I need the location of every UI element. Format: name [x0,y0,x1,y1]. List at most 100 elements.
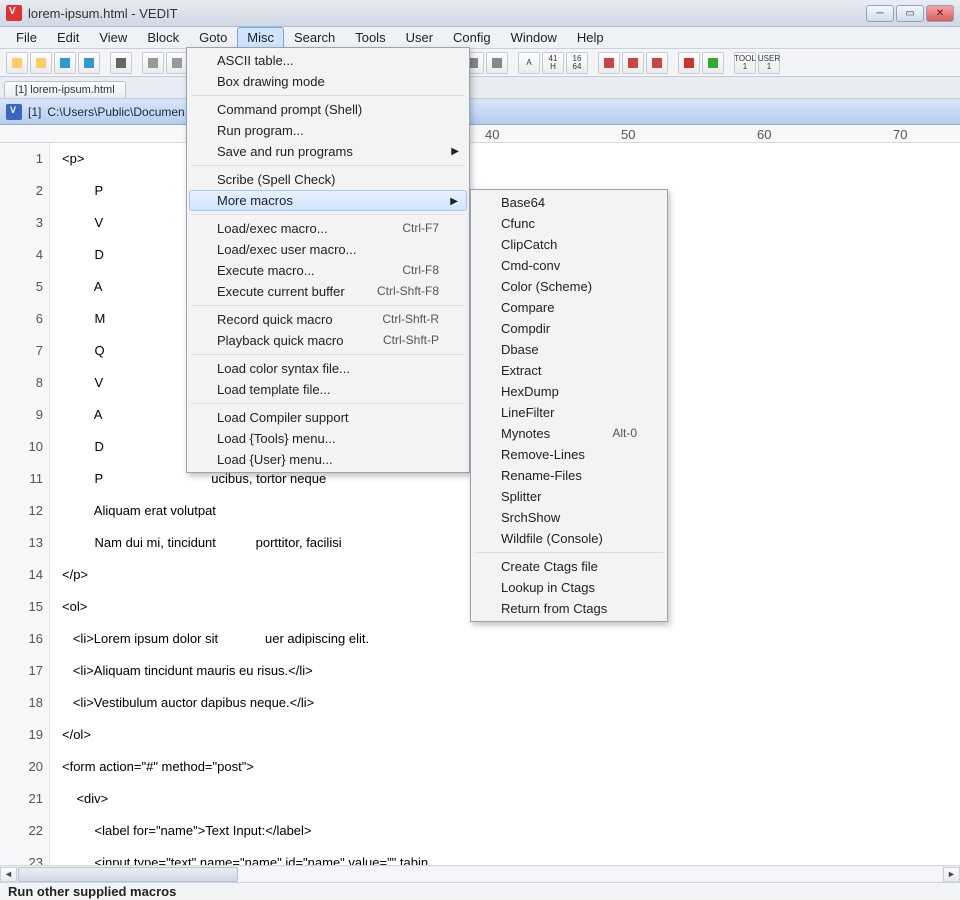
menu-edit[interactable]: Edit [47,27,89,48]
menu-item-scribe-spell-check[interactable]: Scribe (Spell Check) [189,169,467,190]
menu-item-run-program[interactable]: Run program... [189,120,467,141]
menu-block[interactable]: Block [137,27,189,48]
save-all-icon[interactable] [78,52,100,74]
new-file-icon[interactable] [6,52,28,74]
menu-item-execute-current-buffer[interactable]: Execute current bufferCtrl-Shft-F8 [189,281,467,302]
menu-item-load-compiler-support[interactable]: Load Compiler support [189,407,467,428]
menu-item-label: Lookup in Ctags [501,580,595,595]
hline2-icon[interactable] [622,52,644,74]
menu-item-remove-lines[interactable]: Remove-Lines [473,444,665,465]
menu-item-command-prompt-shell[interactable]: Command prompt (Shell) [189,99,467,120]
menu-item-label: Execute macro... [217,263,315,278]
menu-item-srchshow[interactable]: SrchShow [473,507,665,528]
scroll-right-button[interactable]: ► [943,867,960,882]
menu-item-record-quick-macro[interactable]: Record quick macroCtrl-Shft-R [189,309,467,330]
menu-item-return-from-ctags[interactable]: Return from Ctags [473,598,665,619]
code-line[interactable]: <div> [62,783,960,815]
column2-icon[interactable] [486,52,508,74]
menu-help[interactable]: Help [567,27,614,48]
menu-item-create-ctags-file[interactable]: Create Ctags file [473,556,665,577]
menu-item-load-color-syntax-file[interactable]: Load color syntax file... [189,358,467,379]
code-line[interactable]: <label for="name">Text Input:</label> [62,815,960,847]
code-line[interactable]: <li>Aliquam tincidunt mauris eu risus.</… [62,655,960,687]
menu-user[interactable]: User [396,27,443,48]
menu-item-base64[interactable]: Base64 [473,192,665,213]
save-icon[interactable] [54,52,76,74]
menu-file[interactable]: File [6,27,47,48]
print-icon[interactable] [110,52,132,74]
menu-item-execute-macro[interactable]: Execute macro...Ctrl-F8 [189,260,467,281]
horizontal-scrollbar[interactable]: ◄ ► [0,865,960,882]
misc-menu-dropdown[interactable]: ASCII table...Box drawing mode Command pr… [186,47,470,473]
menu-item-load-exec-user-macro[interactable]: Load/exec user macro... [189,239,467,260]
font-a-icon[interactable]: A [518,52,540,74]
line-number: 1 [0,143,43,175]
menu-item-label: Execute current buffer [217,284,345,299]
menu-item-compdir[interactable]: Compdir [473,318,665,339]
menu-item-load-template-file[interactable]: Load template file... [189,379,467,400]
maximize-button[interactable]: ▭ [896,5,924,22]
hline-icon[interactable] [598,52,620,74]
menu-item-label: HexDump [501,384,559,399]
menu-item-load-user-menu[interactable]: Load {User} menu... [189,449,467,470]
menu-item-save-and-run-programs[interactable]: Save and run programs▶ [189,141,467,162]
menu-item-splitter[interactable]: Splitter [473,486,665,507]
hline3-icon[interactable] [646,52,668,74]
menu-item-cfunc[interactable]: Cfunc [473,213,665,234]
width-41-icon[interactable]: 41 H [542,52,564,74]
menu-item-ascii-table[interactable]: ASCII table... [189,50,467,71]
menu-item-playback-quick-macro[interactable]: Playback quick macroCtrl-Shft-P [189,330,467,351]
menu-item-label: More macros [217,193,293,208]
tool1-icon[interactable]: TOOL 1 [734,52,756,74]
document-index: [1] [28,105,41,119]
menu-item-rename-files[interactable]: Rename-Files [473,465,665,486]
code-line[interactable]: <li>Lorem ipsum dolor sit uer adipiscing… [62,623,960,655]
more-macros-submenu[interactable]: Base64CfuncClipCatchCmd-convColor (Schem… [470,189,668,622]
menu-item-extract[interactable]: Extract [473,360,665,381]
scroll-thumb[interactable] [18,867,238,882]
copy-icon[interactable] [166,52,188,74]
user1-icon[interactable]: USER 1 [758,52,780,74]
menu-item-wildfile-console[interactable]: Wildfile (Console) [473,528,665,549]
line-number: 9 [0,399,43,431]
menu-item-hexdump[interactable]: HexDump [473,381,665,402]
menu-view[interactable]: View [89,27,137,48]
menu-item-compare[interactable]: Compare [473,297,665,318]
close-button[interactable]: ✕ [926,5,954,22]
line-number: 11 [0,463,43,495]
code-line[interactable]: </ol> [62,719,960,751]
menu-config[interactable]: Config [443,27,501,48]
menu-misc[interactable]: Misc [237,27,284,48]
file-tab[interactable]: [1] lorem-ipsum.html [4,81,126,98]
scroll-track[interactable] [18,867,942,882]
code-line[interactable]: <li>Vestibulum auctor dapibus neque.</li… [62,687,960,719]
menu-item-box-drawing-mode[interactable]: Box drawing mode [189,71,467,92]
code-line[interactable]: <form action="#" method="post"> [62,751,960,783]
menu-goto[interactable]: Goto [189,27,237,48]
record-macro-icon[interactable] [678,52,700,74]
line-number: 13 [0,527,43,559]
submenu-arrow-icon: ▶ [450,196,458,207]
menu-item-label: LineFilter [501,405,554,420]
width-16-icon[interactable]: 16 64 [566,52,588,74]
menu-item-mynotes[interactable]: MynotesAlt-0 [473,423,665,444]
menu-item-clipcatch[interactable]: ClipCatch [473,234,665,255]
menu-item-load-exec-macro[interactable]: Load/exec macro...Ctrl-F7 [189,218,467,239]
menu-item-dbase[interactable]: Dbase [473,339,665,360]
menu-item-lookup-in-ctags[interactable]: Lookup in Ctags [473,577,665,598]
scroll-left-button[interactable]: ◄ [0,867,17,882]
open-icon[interactable] [30,52,52,74]
menu-item-label: Playback quick macro [217,333,343,348]
cut-icon[interactable] [142,52,164,74]
menu-search[interactable]: Search [284,27,345,48]
titlebar: lorem-ipsum.html - VEDIT ─ ▭ ✕ [0,0,960,27]
menu-item-linefilter[interactable]: LineFilter [473,402,665,423]
menu-window[interactable]: Window [501,27,567,48]
menu-item-color-scheme[interactable]: Color (Scheme) [473,276,665,297]
menu-item-cmd-conv[interactable]: Cmd-conv [473,255,665,276]
menu-item-load-tools-menu[interactable]: Load {Tools} menu... [189,428,467,449]
play-macro-icon[interactable] [702,52,724,74]
menu-tools[interactable]: Tools [345,27,395,48]
minimize-button[interactable]: ─ [866,5,894,22]
menu-item-more-macros[interactable]: More macros ▶ [189,190,467,211]
